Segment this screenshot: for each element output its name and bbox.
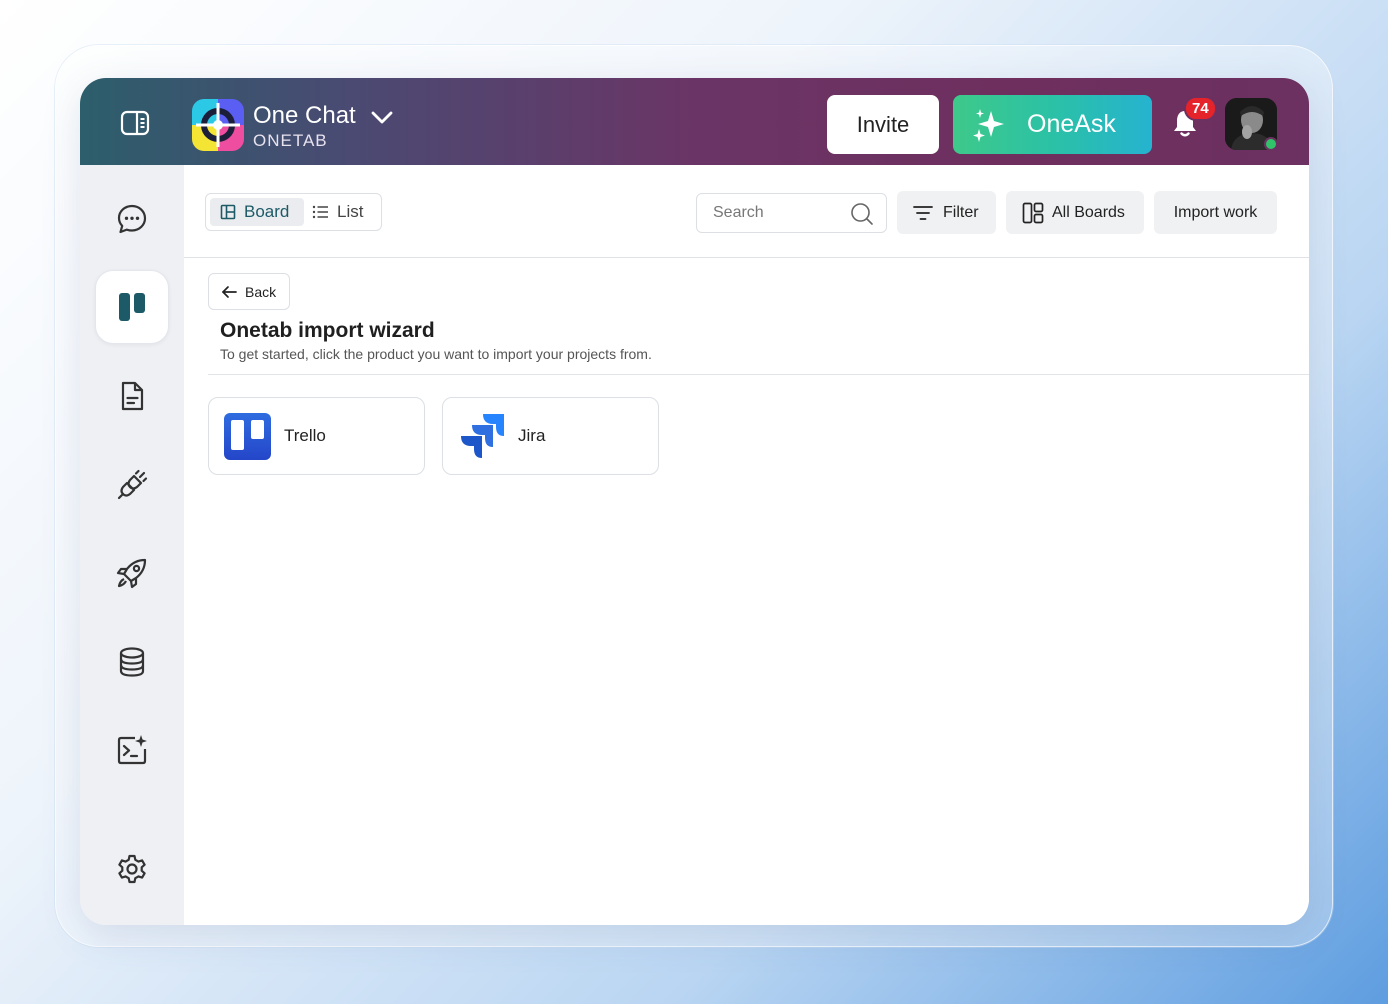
header-divider [208,374,1309,375]
all-boards-button[interactable]: All Boards [1006,191,1144,234]
board-layout-icon [220,204,236,220]
rail-item-chat[interactable] [95,182,169,256]
app-name[interactable]: One Chat [253,102,356,130]
all-boards-label: All Boards [1052,203,1125,221]
board-view-tab[interactable]: Board [210,198,304,226]
notification-badge: 74 [1184,96,1217,121]
jira-logo-icon [461,413,504,458]
back-button[interactable]: Back [208,273,290,310]
sidebar-toggle-icon[interactable] [120,110,150,136]
rail-item-integrations[interactable] [95,448,169,522]
database-icon [119,647,145,677]
rail-item-boards[interactable] [95,270,169,344]
product-card-trello[interactable]: Trello [208,397,425,475]
product-name: Jira [518,426,546,445]
board-view-label: Board [244,202,290,221]
rocket-icon [116,558,147,589]
page-title: Onetab import wizard [220,319,435,342]
board-icon [119,293,145,321]
page-subtitle: To get started, click the product you wa… [220,346,652,362]
rail-item-ai-terminal[interactable] [95,713,169,787]
boards-grid-icon [1022,202,1044,223]
filter-icon [913,205,933,220]
search-icon[interactable] [850,202,874,226]
rail-item-documents[interactable] [95,359,169,433]
back-label: Back [245,283,277,300]
list-icon [312,205,328,219]
view-toggle: Board List [205,193,382,231]
rail-item-launch[interactable] [95,536,169,610]
invite-button[interactable]: Invite [827,95,939,154]
search-box [696,193,887,233]
chat-bubble-icon [117,204,147,234]
plug-icon [117,469,148,500]
oneask-label: OneAsk [1027,110,1116,138]
workspace-name: ONETAB [253,131,328,150]
document-icon [121,381,144,411]
chevron-down-icon[interactable] [370,108,394,126]
gear-icon [118,854,146,884]
main-content: Board List Search Filter All Boards Impo… [184,165,1309,925]
search-input[interactable] [713,204,843,222]
oneask-button[interactable]: OneAsk [953,95,1152,154]
filter-button[interactable]: Filter [897,191,996,234]
trello-logo-icon [224,412,271,460]
import-work-label: Import work [1173,203,1258,221]
left-nav-rail [80,165,184,925]
onetab-logo-icon [192,99,244,151]
online-status-dot [1264,137,1278,151]
app-window: One Chat ONETAB Invite OneAsk 74 Board L… [80,78,1309,925]
import-work-button[interactable]: Import work [1154,191,1277,234]
product-name: Trello [284,426,326,445]
filter-label: Filter [943,203,979,221]
product-card-jira[interactable]: Jira [442,397,659,475]
arrow-left-icon [222,285,237,298]
terminal-sparkle-icon [117,735,147,765]
list-view-label: List [337,202,364,221]
rail-item-settings[interactable] [95,832,169,906]
top-bar: One Chat ONETAB Invite OneAsk 74 [80,78,1309,165]
sparkle-icon [973,108,1004,142]
rail-item-database[interactable] [95,625,169,699]
toolbar-divider [184,257,1309,258]
list-view-tab[interactable]: List [312,198,380,226]
